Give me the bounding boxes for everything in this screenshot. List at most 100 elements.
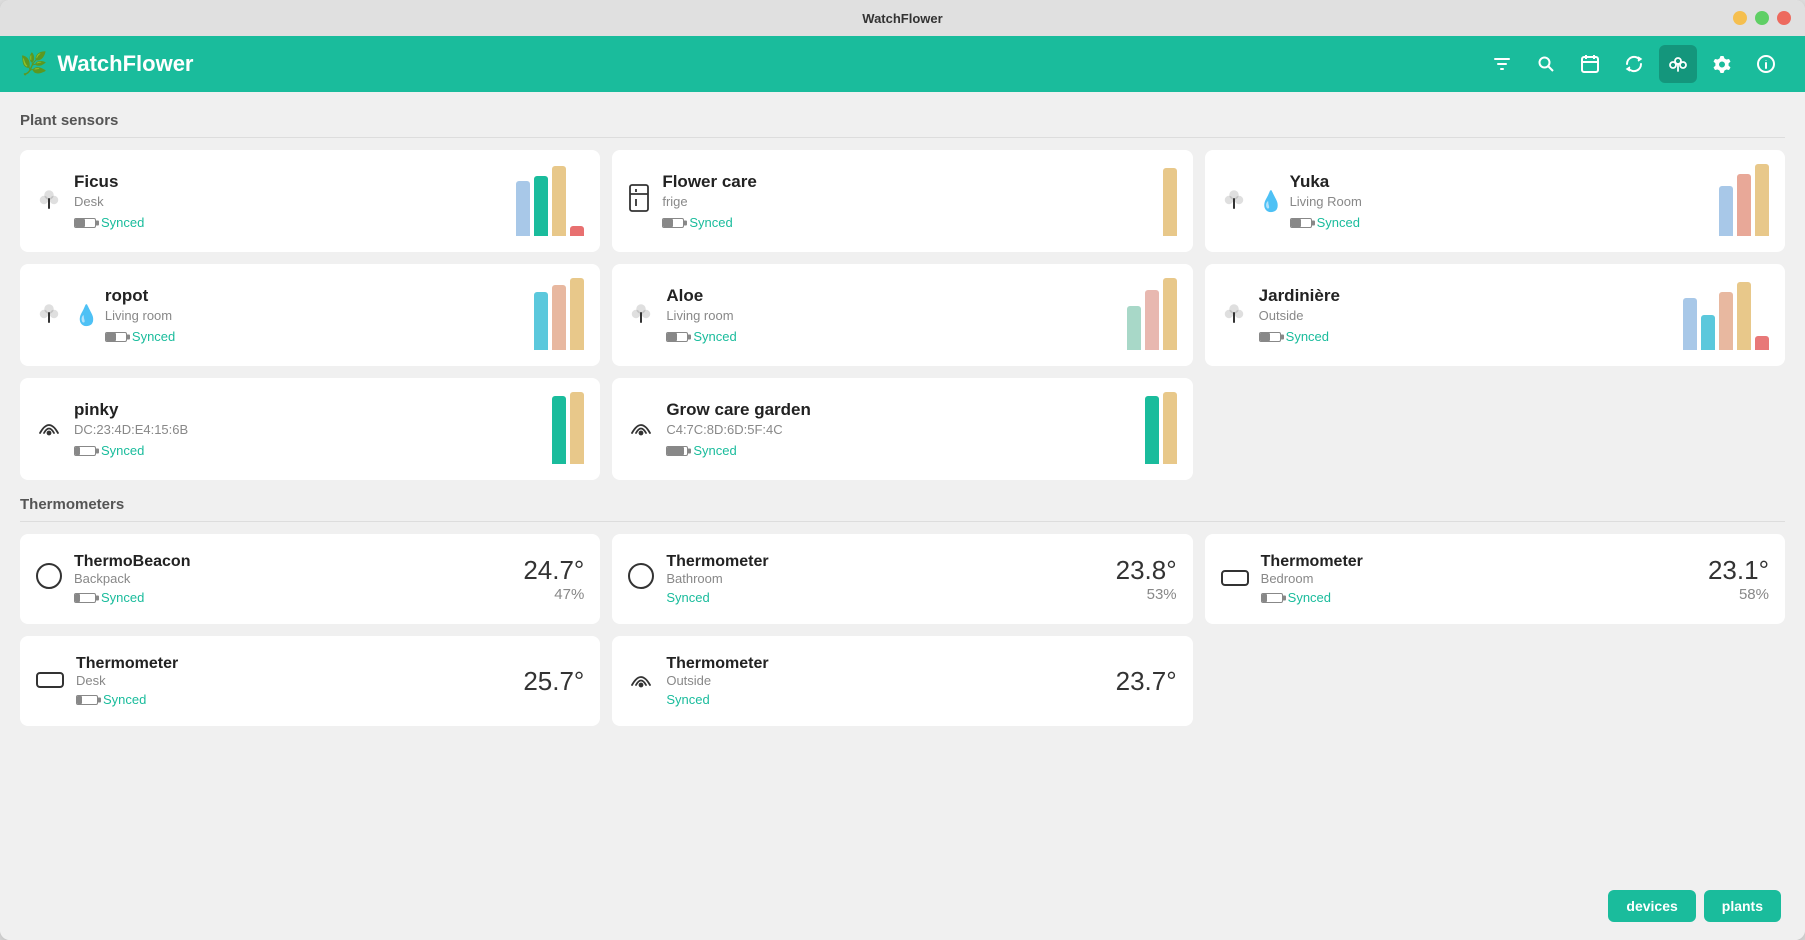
thermo-synced-thermo_desk: Synced xyxy=(103,692,146,707)
thermo-location-thermo_bedroom: Bedroom xyxy=(1261,571,1708,586)
thermo-location-thermo_desk: Desk xyxy=(76,673,523,688)
info-button[interactable] xyxy=(1747,45,1785,83)
search-button[interactable] xyxy=(1527,45,1565,83)
plant-synced-ropot: Synced xyxy=(132,329,175,344)
thermo-readings-thermo_bathroom: 23.8° 53% xyxy=(1116,555,1177,603)
brand-name: WatchFlower xyxy=(57,51,193,77)
plant-bars-jardiniere xyxy=(1683,280,1769,350)
plant-location-pinky: DC:23:4D:E4:15:6B xyxy=(74,422,542,437)
plant-card-jardiniere[interactable]: Jardinière Outside Synced xyxy=(1205,264,1785,366)
plant-synced-pinky: Synced xyxy=(101,443,144,458)
plant-location-ficus: Desk xyxy=(74,194,506,209)
plant-status-flower_care: Synced xyxy=(662,215,1152,230)
thermo-synced-thermobeacon: Synced xyxy=(101,590,144,605)
plant-name-yuka: Yuka xyxy=(1290,172,1709,192)
thermo-status-thermo_bedroom: Synced xyxy=(1261,590,1708,605)
plant-info-aloe: Aloe Living room Synced xyxy=(666,286,1116,344)
thermo-icon-wrap-thermo_bedroom xyxy=(1221,566,1249,592)
filter-button[interactable] xyxy=(1483,45,1521,83)
plant-card-grow_care[interactable]: Grow care garden C4:7C:8D:6D:5F:4C Synce… xyxy=(612,378,1192,480)
plant-icon-aloe xyxy=(628,299,654,332)
content: Plant sensors Ficus Desk Synced xyxy=(0,92,1805,940)
thermo-info-thermobeacon: ThermoBeacon Backpack Synced xyxy=(74,553,523,605)
plant-info-yuka: Yuka Living Room Synced xyxy=(1290,172,1709,230)
thermo-location-thermo_outside: Outside xyxy=(666,673,1115,688)
plant-button[interactable] xyxy=(1659,45,1697,83)
plant-name-jardiniere: Jardinière xyxy=(1259,286,1673,306)
thermo-card-thermo_desk[interactable]: Thermometer Desk Synced 25.7° xyxy=(20,636,600,726)
plant-synced-jardiniere: Synced xyxy=(1286,329,1329,344)
titlebar: WatchFlower xyxy=(0,0,1805,36)
plant-icon-pinky xyxy=(36,413,62,446)
minimize-button[interactable] xyxy=(1733,11,1747,25)
plant-status-ropot: Synced xyxy=(105,329,524,344)
water-drop-icon: 💧 xyxy=(1259,189,1284,214)
plant-card-aloe[interactable]: Aloe Living room Synced xyxy=(612,264,1192,366)
sync-button[interactable] xyxy=(1615,45,1653,83)
plant-info-ficus: Ficus Desk Synced xyxy=(74,172,506,230)
plant-sensors-grid: Ficus Desk Synced xyxy=(20,150,1785,480)
thermo-status-thermobeacon: Synced xyxy=(74,590,523,605)
thermo-location-thermo_bathroom: Bathroom xyxy=(666,571,1115,586)
plant-icon-grow_care xyxy=(628,413,654,446)
plant-status-yuka: Synced xyxy=(1290,215,1709,230)
plant-card-ficus[interactable]: Ficus Desk Synced xyxy=(20,150,600,252)
thermo-info-thermo_desk: Thermometer Desk Synced xyxy=(76,655,523,707)
plant-name-ropot: ropot xyxy=(105,286,524,306)
thermo-icon-wrap-thermo_outside xyxy=(628,665,654,697)
plant-name-ficus: Ficus xyxy=(74,172,506,192)
plant-card-flower_care[interactable]: Flower care frige Synced xyxy=(612,150,1192,252)
plant-synced-aloe: Synced xyxy=(693,329,736,344)
main-window: WatchFlower 🌿 WatchFlower xyxy=(0,0,1805,940)
navbar-icons xyxy=(1483,45,1785,83)
thermo-name-thermobeacon: ThermoBeacon xyxy=(74,553,523,571)
devices-button[interactable]: devices xyxy=(1608,890,1695,922)
thermo-card-thermo_bedroom[interactable]: Thermometer Bedroom Synced 23.1° 58% xyxy=(1205,534,1785,624)
thermo-icon-wrap-thermobeacon xyxy=(36,563,62,595)
plant-status-ficus: Synced xyxy=(74,215,506,230)
plant-icon-ficus xyxy=(36,185,62,218)
thermo-readings-thermobeacon: 24.7° 47% xyxy=(523,555,584,603)
plant-location-flower_care: frige xyxy=(662,194,1152,209)
thermo-icon-wrap-thermo_bathroom xyxy=(628,563,654,595)
plant-info-flower_care: Flower care frige Synced xyxy=(662,172,1152,230)
plant-bars-ropot xyxy=(534,280,584,350)
bottom-buttons: devices plants xyxy=(1608,890,1781,922)
thermo-temp-thermo_desk: 25.7° xyxy=(523,666,584,697)
plant-info-pinky: pinky DC:23:4D:E4:15:6B Synced xyxy=(74,400,542,458)
thermo-status-thermo_outside: Synced xyxy=(666,692,1115,707)
close-button[interactable] xyxy=(1777,11,1791,25)
thermo-name-thermo_desk: Thermometer xyxy=(76,655,523,673)
thermo-temp-thermo_bedroom: 23.1° xyxy=(1708,555,1769,586)
thermo-icon-thermo_bathroom xyxy=(628,563,654,589)
plant-bars-ficus xyxy=(516,166,584,236)
plant-status-aloe: Synced xyxy=(666,329,1116,344)
thermo-humidity-thermo_bathroom: 53% xyxy=(1116,586,1177,603)
maximize-button[interactable] xyxy=(1755,11,1769,25)
plant-icon-jardiniere xyxy=(1221,299,1247,332)
thermo-name-thermo_bedroom: Thermometer xyxy=(1261,553,1708,571)
plant-status-pinky: Synced xyxy=(74,443,542,458)
thermo-synced-thermo_bathroom: Synced xyxy=(666,590,709,605)
thermo-info-thermo_outside: Thermometer Outside Synced xyxy=(666,655,1115,707)
plants-button[interactable]: plants xyxy=(1704,890,1781,922)
plant-name-flower_care: Flower care xyxy=(662,172,1152,192)
plant-info-jardiniere: Jardinière Outside Synced xyxy=(1259,286,1673,344)
thermo-location-thermobeacon: Backpack xyxy=(74,571,523,586)
plant-card-ropot[interactable]: 💧 ropot Living room Synced xyxy=(20,264,600,366)
plant-card-pinky[interactable]: pinky DC:23:4D:E4:15:6B Synced xyxy=(20,378,600,480)
settings-button[interactable] xyxy=(1703,45,1741,83)
window-title: WatchFlower xyxy=(862,11,942,26)
plant-card-yuka[interactable]: 💧 Yuka Living Room Synced xyxy=(1205,150,1785,252)
calendar-button[interactable] xyxy=(1571,45,1609,83)
plant-bars-grow_care xyxy=(1145,394,1177,464)
thermo-card-thermobeacon[interactable]: ThermoBeacon Backpack Synced 24.7° 47% xyxy=(20,534,600,624)
thermo-card-thermo_bathroom[interactable]: Thermometer Bathroom Synced 23.8° 53% xyxy=(612,534,1192,624)
thermo-readings-thermo_bedroom: 23.1° 58% xyxy=(1708,555,1769,603)
thermo-icon-thermo_desk xyxy=(36,672,64,688)
thermo-readings-thermo_outside: 23.7° xyxy=(1116,666,1177,697)
thermo-readings-thermo_desk: 25.7° xyxy=(523,666,584,697)
thermo-status-thermo_desk: Synced xyxy=(76,692,523,707)
thermo-name-thermo_outside: Thermometer xyxy=(666,655,1115,673)
thermo-card-thermo_outside[interactable]: Thermometer Outside Synced 23.7° xyxy=(612,636,1192,726)
